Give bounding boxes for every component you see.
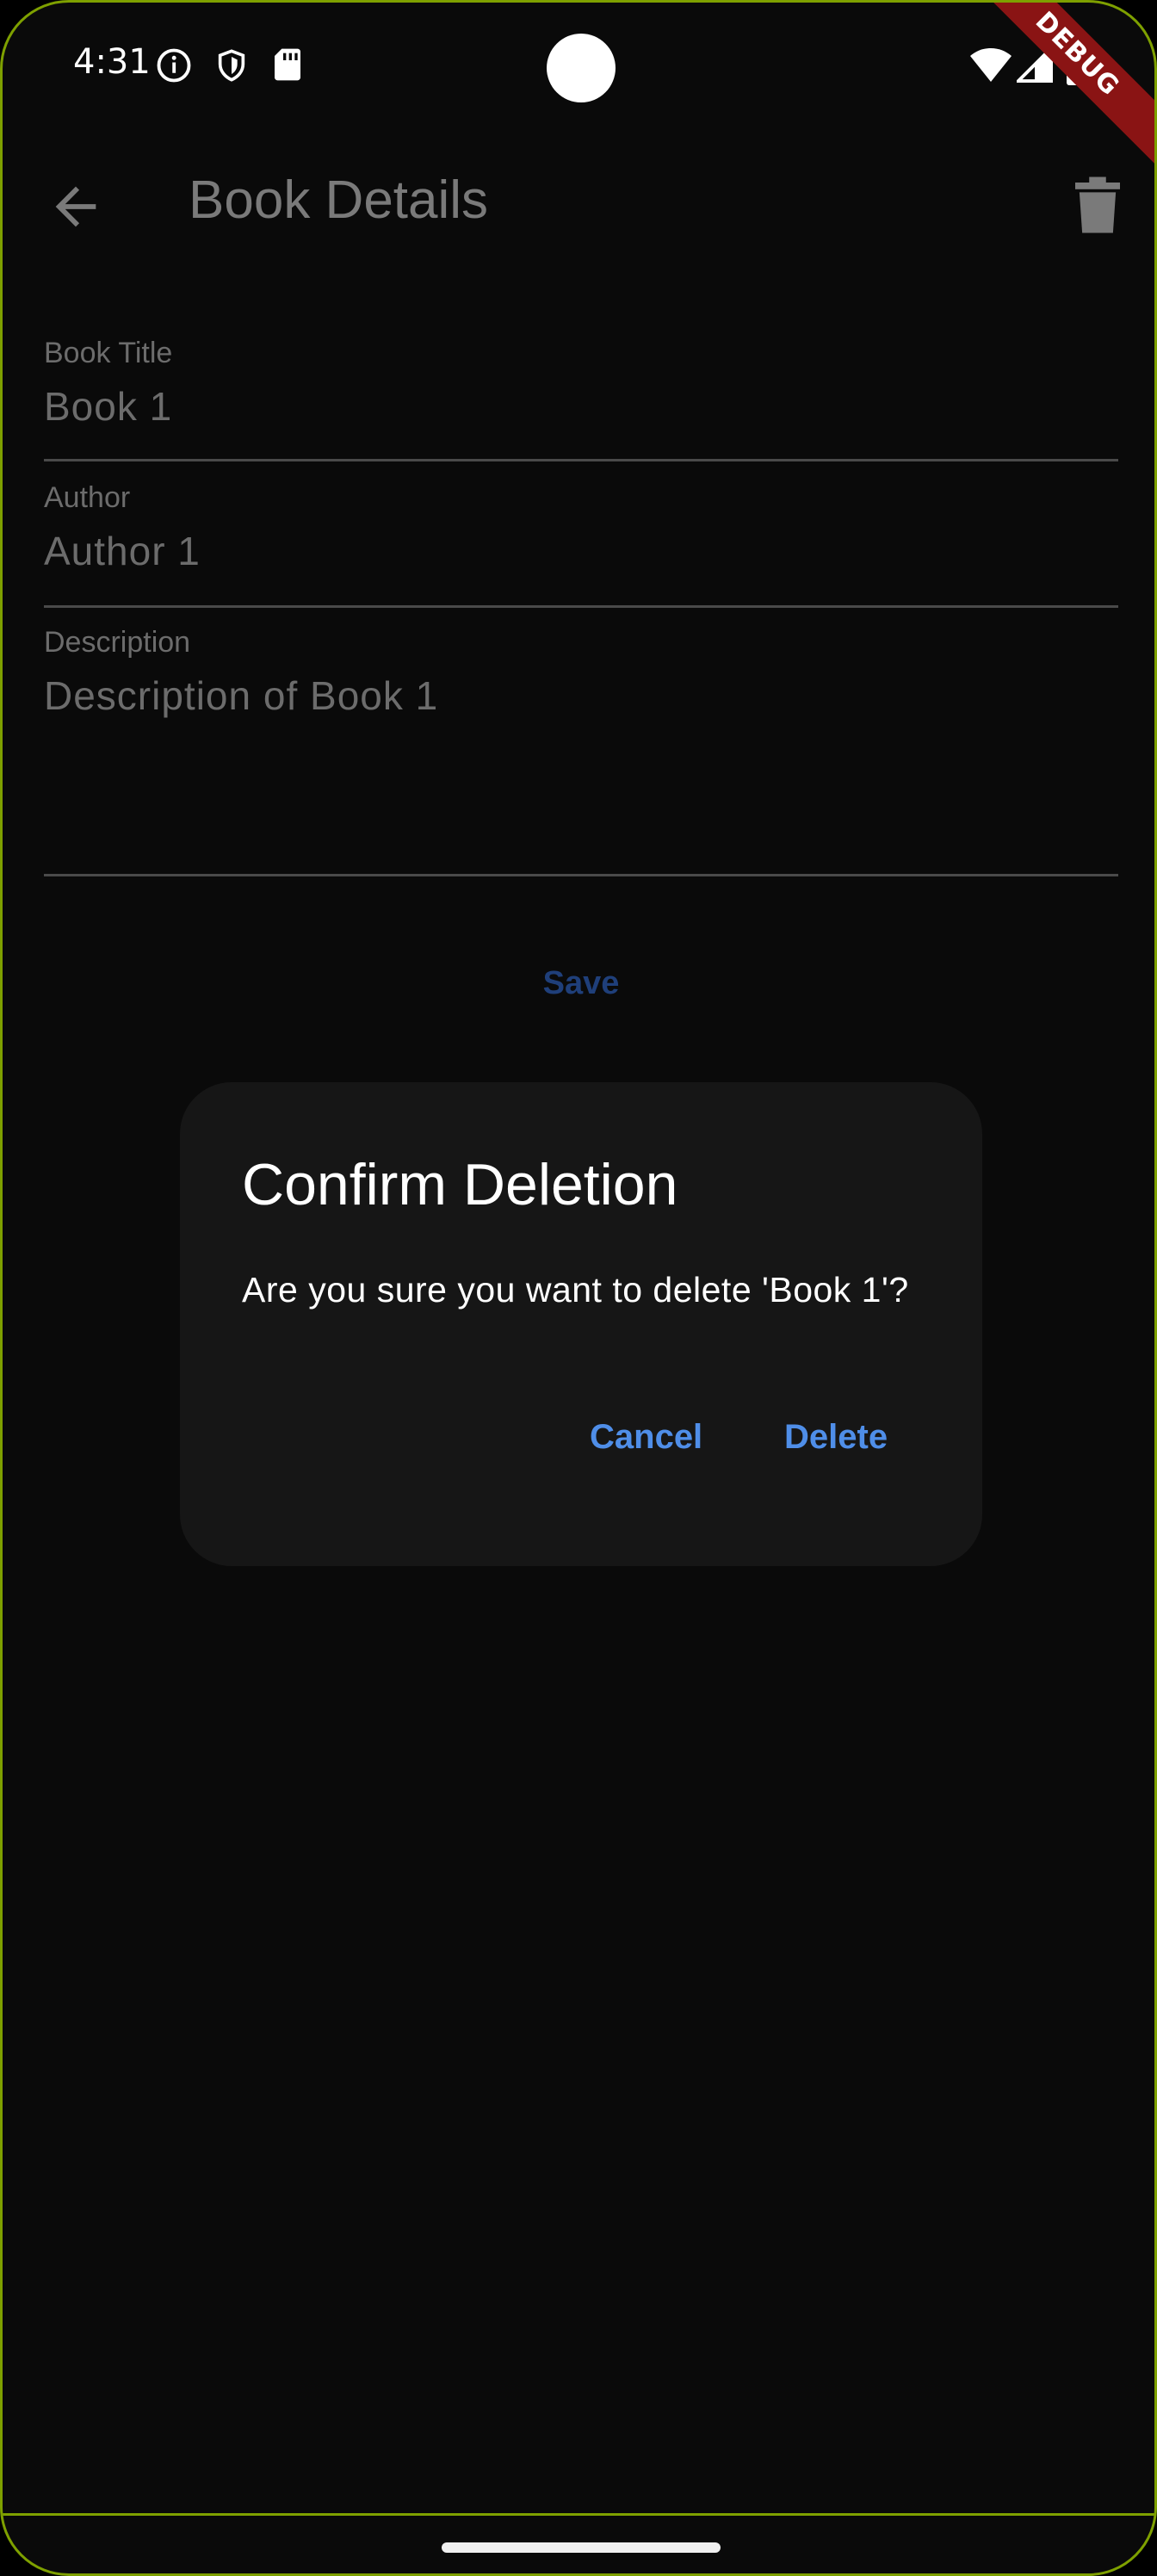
description-value: Description of Book 1 <box>44 673 439 718</box>
dialog-title: Confirm Deletion <box>242 1152 678 1217</box>
wifi-icon <box>970 46 1012 87</box>
arrow-back-icon <box>46 186 106 240</box>
status-time: 4:31 <box>73 42 151 82</box>
dialog-message: Are you sure you want to delete 'Book 1'… <box>242 1270 909 1310</box>
page-title: Book Details <box>189 170 489 230</box>
author-field[interactable]: Author Author 1 <box>44 476 1118 608</box>
back-button[interactable] <box>46 176 106 237</box>
book-title-value: Book 1 <box>44 384 173 429</box>
status-bar: 4:31 DEBUG <box>3 3 1154 168</box>
author-value: Author 1 <box>44 529 201 573</box>
home-indicator[interactable] <box>442 2542 721 2553</box>
author-label: Author <box>44 481 131 514</box>
book-title-field[interactable]: Book Title Book 1 <box>44 331 1118 461</box>
delete-button[interactable] <box>1075 176 1120 233</box>
description-label: Description <box>44 626 191 659</box>
info-icon <box>156 47 192 87</box>
nav-bar-divider <box>3 2513 1154 2516</box>
app-bar: Book Details <box>3 132 1154 278</box>
confirm-delete-button[interactable]: Delete <box>784 1418 888 1457</box>
front-camera <box>547 34 616 102</box>
sd-card-icon <box>273 47 302 85</box>
cancel-button[interactable]: Cancel <box>590 1418 702 1457</box>
book-title-label: Book Title <box>44 337 173 369</box>
save-button[interactable]: Save <box>519 965 643 1002</box>
phone-screen: 4:31 DEBUG Book Details Book Title Book … <box>0 0 1157 2576</box>
description-field[interactable]: Description Description of Book 1 <box>44 621 1118 876</box>
trash-icon <box>1075 176 1120 237</box>
confirm-dialog: Confirm Deletion Are you sure you want t… <box>180 1082 982 1566</box>
shield-icon <box>214 47 249 87</box>
